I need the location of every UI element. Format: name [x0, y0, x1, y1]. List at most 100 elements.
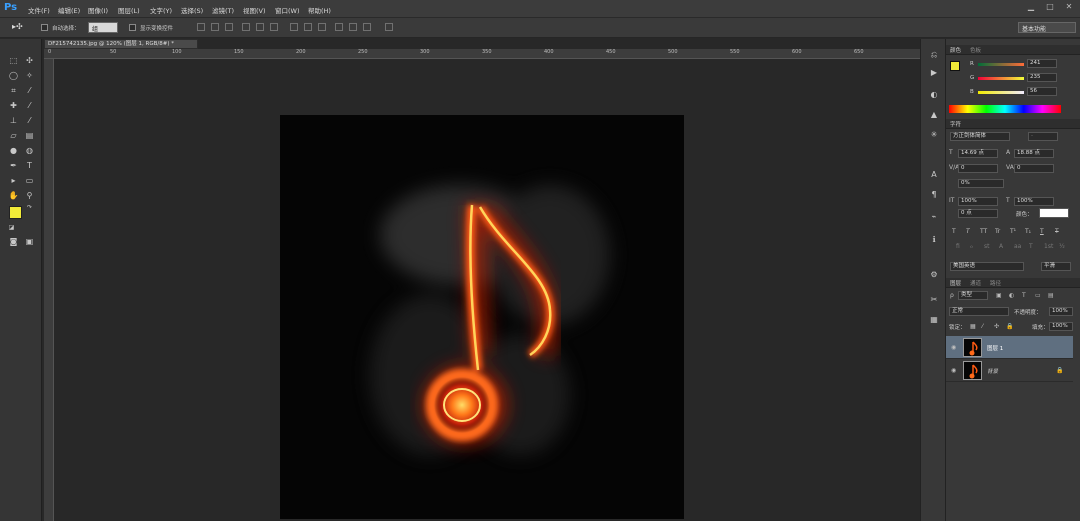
opacity-field[interactable]: 100%	[1049, 307, 1073, 316]
channel-g-value[interactable]: 235	[1027, 73, 1057, 82]
strikethrough-icon[interactable]: T	[1055, 228, 1059, 235]
properties-icon[interactable]: ⚙	[928, 269, 940, 281]
filter-smart-icon[interactable]: ▤	[1048, 292, 1054, 299]
layer-row-background[interactable]: ◉ 背景 🔒	[946, 359, 1073, 382]
history-brush-icon[interactable]: ⁄	[24, 115, 35, 126]
document-tab[interactable]: DF215742135.jpg @ 120% (图层 1, RGB/8#) *	[44, 39, 198, 49]
eyedropper-icon[interactable]: ⁄	[24, 85, 35, 96]
menu-filter[interactable]: 滤镜(T)	[212, 5, 234, 15]
ligature-icon[interactable]: fi	[956, 243, 960, 250]
menu-help[interactable]: 帮助(H)	[308, 5, 331, 15]
type-tool-icon[interactable]: T	[24, 160, 35, 171]
lock-image-icon[interactable]: ⁄	[982, 323, 983, 330]
menu-file[interactable]: 文件(F)	[28, 5, 50, 15]
workspace-switcher[interactable]: 基本功能	[1018, 22, 1076, 33]
tab-layers[interactable]: 图层	[950, 279, 961, 287]
faux-italic-icon[interactable]: T	[966, 228, 970, 235]
layer-name[interactable]: 图层 1	[987, 344, 1003, 352]
distribute-top-icon[interactable]	[290, 23, 298, 31]
paths-icon[interactable]: ⌁	[928, 211, 940, 223]
close-button[interactable]: ✕	[1060, 2, 1078, 14]
quick-mask-icon[interactable]: ◙	[8, 236, 19, 247]
baseline-field[interactable]: 0 点	[958, 209, 998, 218]
subscript-icon[interactable]: T₁	[1025, 228, 1031, 235]
lock-all-icon[interactable]: 🔒	[1006, 323, 1013, 330]
screen-mode-icon[interactable]: ▣	[24, 236, 35, 247]
crop-tool-icon[interactable]: ⌗	[8, 85, 19, 96]
tracking-field[interactable]: 0	[1014, 164, 1054, 173]
lock-transparent-icon[interactable]: ▦	[970, 323, 976, 330]
tab-swatches[interactable]: 色板	[970, 46, 981, 54]
titling-icon[interactable]: T	[1029, 243, 1033, 250]
paragraph-icon[interactable]: ¶	[928, 189, 940, 201]
eye-icon[interactable]: ◉	[951, 367, 956, 374]
healing-brush-icon[interactable]: ✚	[8, 100, 19, 111]
menu-layer[interactable]: 图层(L)	[118, 5, 140, 15]
align-right-icon[interactable]	[270, 23, 278, 31]
leading-field[interactable]: 18.88 点	[1014, 149, 1054, 158]
auto-select-checkbox[interactable]	[41, 24, 48, 31]
magic-wand-icon[interactable]: ✧	[24, 70, 35, 81]
minimize-button[interactable]: ▁	[1022, 2, 1040, 14]
eye-icon[interactable]: ◉	[951, 344, 956, 351]
tsume-field[interactable]: 0%	[958, 179, 1004, 188]
distribute-hcenter-icon[interactable]	[349, 23, 357, 31]
all-caps-icon[interactable]: TT	[980, 228, 987, 235]
ordinal-icon[interactable]: 1st	[1044, 243, 1053, 250]
tool-presets-icon[interactable]: ✂	[928, 294, 940, 306]
character-icon[interactable]: A	[928, 169, 940, 181]
filter-pixel-icon[interactable]: ▣	[996, 292, 1002, 299]
discretionary-icon[interactable]: st	[984, 243, 989, 250]
maximize-button[interactable]: □	[1041, 2, 1059, 14]
distribute-right-icon[interactable]	[363, 23, 371, 31]
styles-icon[interactable]: ▲	[928, 109, 940, 121]
info-icon[interactable]: ℹ	[928, 234, 940, 246]
hand-tool-icon[interactable]: ✋	[8, 190, 19, 201]
faux-bold-icon[interactable]: T	[952, 228, 956, 235]
kerning-field[interactable]: 0	[958, 164, 998, 173]
layer-filter-select[interactable]: 类型	[958, 291, 988, 300]
eraser-tool-icon[interactable]: ▱	[8, 130, 19, 141]
fill-field[interactable]: 100%	[1049, 322, 1073, 331]
adjustments-icon[interactable]: ◐	[928, 89, 940, 101]
document-canvas[interactable]	[280, 115, 684, 519]
antialias-select[interactable]: 平滑	[1041, 262, 1071, 271]
gradient-tool-icon[interactable]: ▤	[24, 130, 35, 141]
channel-r-value[interactable]: 241	[1027, 59, 1057, 68]
menu-edit[interactable]: 编辑(E)	[58, 5, 80, 15]
font-family-select[interactable]: 方正剑体简体	[950, 132, 1010, 141]
auto-select-dropdown[interactable]: 组	[88, 22, 118, 33]
distribute-left-icon[interactable]	[335, 23, 343, 31]
foreground-color-swatch[interactable]	[9, 206, 22, 219]
blend-mode-select[interactable]: 正常	[949, 307, 1009, 316]
tab-character[interactable]: 字符	[950, 120, 961, 128]
font-size-field[interactable]: 14.69 点	[958, 149, 998, 158]
stylistic-icon[interactable]: aa	[1014, 243, 1021, 250]
brush-panel-icon[interactable]: ✳	[928, 129, 940, 141]
menu-view[interactable]: 视图(V)	[243, 5, 266, 15]
brush-tool-icon[interactable]: ⁄	[24, 100, 35, 111]
contextual-icon[interactable]: ℴ	[970, 243, 973, 250]
small-caps-icon[interactable]: Tr	[995, 228, 1000, 235]
history-icon[interactable]: ⎌	[928, 49, 940, 61]
horizontal-scale-field[interactable]: 100%	[1014, 197, 1054, 206]
tab-channels[interactable]: 通道	[970, 279, 981, 287]
path-select-icon[interactable]: ▸	[8, 175, 19, 186]
filter-shape-icon[interactable]: ▭	[1035, 292, 1041, 299]
clone-stamp-icon[interactable]: ⊥	[8, 115, 19, 126]
lock-position-icon[interactable]: ✣	[994, 323, 999, 330]
blur-tool-icon[interactable]: ●	[8, 145, 19, 156]
menu-window[interactable]: 窗口(W)	[275, 5, 300, 15]
align-vcenter-icon[interactable]	[211, 23, 219, 31]
underline-icon[interactable]: T	[1040, 228, 1044, 235]
dodge-tool-icon[interactable]: ◍	[24, 145, 35, 156]
tab-color[interactable]: 颜色	[950, 46, 961, 54]
text-color-swatch[interactable]	[1039, 208, 1069, 218]
channel-g-slider[interactable]	[978, 77, 1024, 80]
menu-select[interactable]: 选择(S)	[181, 5, 203, 15]
menu-type[interactable]: 文字(Y)	[150, 5, 172, 15]
fraction-icon[interactable]: ½	[1059, 243, 1065, 250]
swash-icon[interactable]: A	[999, 243, 1003, 250]
filter-type-icon[interactable]: T	[1022, 292, 1026, 299]
tab-paths[interactable]: 路径	[990, 279, 1001, 287]
